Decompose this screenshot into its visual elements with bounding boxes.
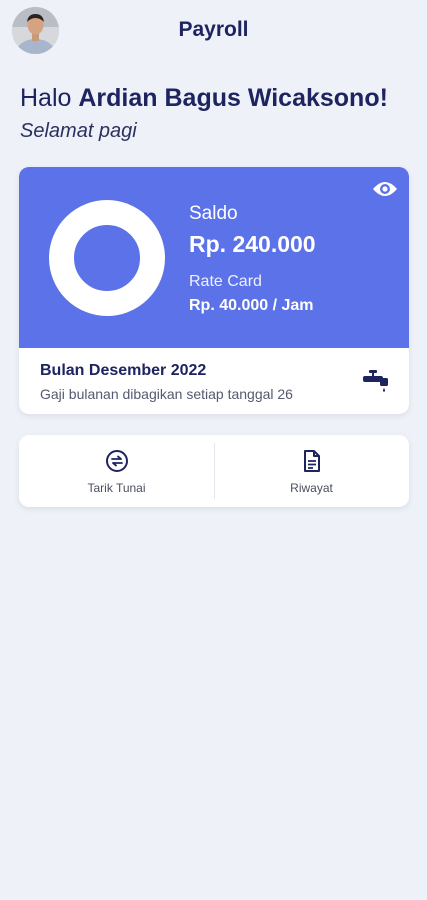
payroll-month-title: Bulan Desember 2022: [40, 362, 207, 379]
document-icon: [300, 449, 324, 473]
saldo-label: Saldo: [189, 203, 238, 224]
withdraw-label: Tarik Tunai: [87, 481, 146, 495]
eye-icon[interactable]: [372, 179, 398, 199]
page-title: Payroll: [178, 18, 249, 41]
rate-card-value: Rp. 40.000 / Jam: [189, 297, 314, 314]
withdraw-button[interactable]: Tarik Tunai: [19, 435, 214, 507]
rate-card-label: Rate Card: [189, 273, 262, 290]
greeting-line: Halo Ardian Bagus Wicaksono!: [20, 84, 388, 113]
history-label: Riwayat: [290, 481, 333, 495]
user-name: Ardian Bagus Wicaksono!: [78, 84, 388, 112]
history-button[interactable]: Riwayat: [214, 435, 409, 507]
saldo-value: Rp. 240.000: [189, 231, 316, 257]
transfer-icon: [105, 449, 129, 473]
actions-card: Tarik Tunai Riwayat: [19, 435, 409, 507]
app-header: Payroll: [0, 0, 427, 62]
greeting-subtitle: Selamat pagi: [20, 120, 137, 142]
tap-icon: [361, 369, 389, 393]
balance-card-header: Saldo Rp. 240.000 Rate Card Rp. 40.000 /…: [19, 167, 409, 348]
payroll-month-note: Gaji bulanan dibagikan setiap tanggal 26: [40, 386, 293, 402]
greeting-prefix: Halo: [20, 84, 72, 112]
balance-ring-chart: [49, 200, 165, 316]
balance-card: Saldo Rp. 240.000 Rate Card Rp. 40.000 /…: [19, 167, 409, 414]
